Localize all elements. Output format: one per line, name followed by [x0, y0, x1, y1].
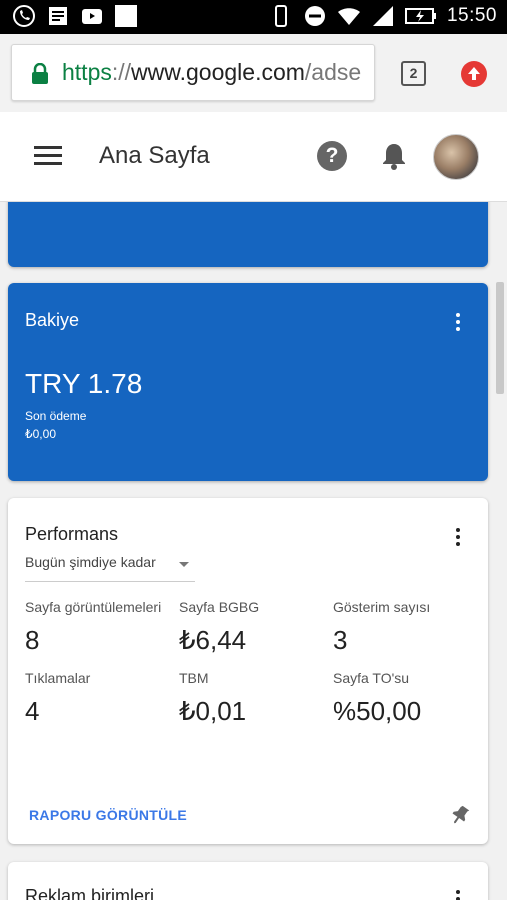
top-card — [8, 202, 488, 267]
metric-value: %50,00 — [333, 696, 422, 726]
ad-units-card: Reklam birimleri — [8, 862, 488, 900]
metric-label: Sayfa görüntülemeleri — [25, 599, 162, 615]
metric-label: Gösterim sayısı — [333, 599, 431, 615]
tab-switcher-button[interactable]: 2 — [401, 61, 426, 86]
metric-page-rpm: Sayfa BGBG ₺6,44 — [179, 599, 319, 656]
metric-page-ctr: Sayfa TO'su %50,00 — [333, 670, 473, 727]
metric-impressions: Gösterim sayısı 3 — [333, 599, 473, 656]
more-options-icon[interactable] — [455, 890, 461, 900]
metric-label: Sayfa TO'su — [333, 670, 410, 686]
app-header: Ana Sayfa ? — [0, 112, 507, 202]
performance-card: Performans Bugün şimdiye kadar Sayfa gör… — [8, 498, 488, 844]
performance-title: Performans — [25, 524, 119, 544]
url-bar[interactable]: https://www.google.com/adse — [11, 44, 375, 101]
bell-icon[interactable] — [380, 141, 408, 171]
image-icon — [115, 5, 137, 27]
last-payment-label: Son ödeme — [25, 409, 87, 423]
help-icon[interactable]: ? — [317, 141, 347, 171]
date-range-label: Bugün şimdiye kadar — [25, 554, 156, 570]
page-title: Ana Sayfa — [99, 142, 210, 169]
metric-clicks: Tıklamalar 4 — [25, 670, 165, 727]
signal-icon — [372, 6, 393, 26]
update-button[interactable] — [461, 61, 487, 87]
metric-page-views: Sayfa görüntülemeleri 8 — [25, 599, 165, 656]
balance-title: Bakiye — [25, 310, 80, 330]
whatsapp-icon — [13, 5, 35, 27]
balance-card: Bakiye TRY 1.78 Son ödeme ₺0,00 — [8, 283, 488, 481]
scrollbar[interactable] — [496, 282, 504, 394]
metric-cpc: TBM ₺0,01 — [179, 670, 319, 727]
battery-charging-icon — [404, 8, 436, 24]
hamburger-menu-icon[interactable] — [34, 146, 62, 168]
pin-icon[interactable] — [450, 804, 470, 826]
more-options-icon[interactable] — [455, 313, 461, 333]
metric-value: 4 — [25, 696, 40, 726]
date-range-dropdown[interactable]: Bugün şimdiye kadar — [25, 554, 195, 582]
metric-label: Sayfa BGBG — [179, 599, 260, 615]
more-options-icon[interactable] — [455, 528, 461, 548]
metric-value: 8 — [25, 625, 40, 655]
wifi-icon — [337, 8, 360, 25]
avatar[interactable] — [433, 134, 479, 180]
browser-toolbar: https://www.google.com/adse 2 — [0, 34, 507, 112]
dropdown-arrow-icon — [179, 562, 189, 567]
news-icon — [49, 7, 67, 25]
arrow-up-icon — [468, 67, 480, 80]
view-report-link[interactable]: RAPORU GÖRÜNTÜLE — [29, 807, 187, 823]
metric-value: ₺6,44 — [179, 625, 247, 655]
lock-icon — [32, 63, 48, 84]
dnd-icon — [304, 6, 325, 26]
metric-label: TBM — [179, 670, 209, 686]
status-bar: 15:50 — [0, 0, 507, 34]
vibrate-icon — [274, 5, 287, 27]
metric-value: 3 — [333, 625, 348, 655]
clock: 15:50 — [446, 5, 497, 26]
balance-amount: TRY 1.78 — [25, 368, 143, 399]
metric-value: ₺0,01 — [179, 696, 247, 726]
video-icon — [82, 9, 102, 24]
last-payment-value: ₺0,00 — [25, 427, 56, 441]
main-content: Bakiye TRY 1.78 Son ödeme ₺0,00 Performa… — [0, 202, 507, 900]
url-text: https://www.google.com/adse — [62, 59, 362, 85]
metric-label: Tıklamalar — [25, 670, 91, 686]
ad-units-title: Reklam birimleri — [25, 886, 155, 900]
